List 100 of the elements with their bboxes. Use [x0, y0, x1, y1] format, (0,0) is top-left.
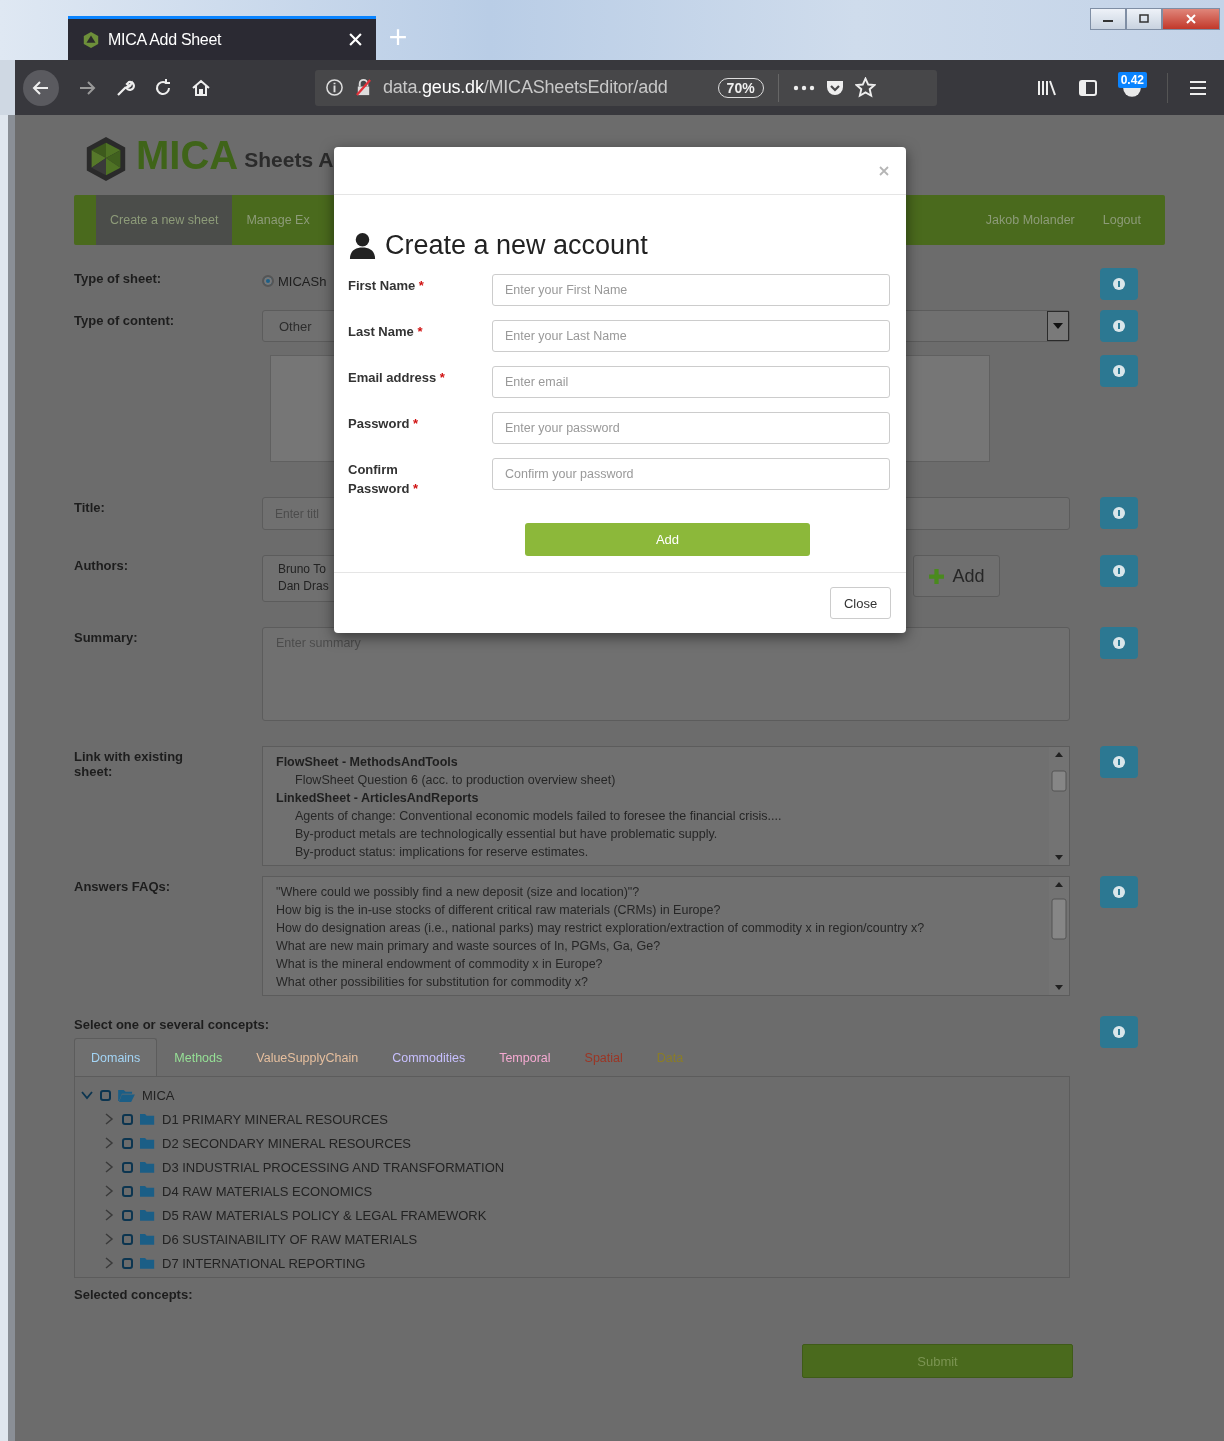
folder-icon	[140, 1137, 155, 1149]
tree-item[interactable]: D6 SUSTAINABILITY OF RAW MATERIALS	[162, 1231, 418, 1247]
list-option[interactable]: FlowSheet Question 6 (acc. to production overview sheet)	[276, 771, 1036, 789]
info-button[interactable]	[1100, 355, 1138, 387]
close-button[interactable]	[1162, 8, 1220, 30]
group-heading: FlowSheet - MethodsAndTools	[276, 754, 459, 771]
list-option[interactable]: What other possibilities for substitution for commodity x?	[276, 973, 1036, 991]
checkbox[interactable]	[122, 1257, 133, 1269]
info-button[interactable]	[1100, 746, 1138, 778]
text-input[interactable]: Enter email	[492, 366, 890, 398]
reload-icon[interactable]	[153, 77, 173, 98]
dialog-title: Create a new account	[385, 230, 648, 260]
checkbox[interactable]	[122, 1161, 133, 1173]
chevron-icon[interactable]	[103, 1185, 115, 1197]
nav-link[interactable]: Manage Ex	[232, 195, 324, 245]
faq-list[interactable]	[262, 876, 1070, 996]
folder-icon	[118, 1088, 135, 1102]
info-button[interactable]	[1100, 555, 1138, 587]
info-icon	[1113, 278, 1125, 290]
concept-tab[interactable]: Domains	[74, 1038, 158, 1076]
home-icon[interactable]	[191, 77, 211, 98]
field-label: Title:	[74, 499, 106, 515]
tree-item[interactable]: D5 RAW MATERIALS POLICY & LEGAL FRAMEWORK	[162, 1207, 487, 1223]
chevron-icon[interactable]	[103, 1257, 115, 1269]
checkbox[interactable]	[100, 1089, 111, 1101]
badge-count: 0.42	[1117, 71, 1147, 88]
caret-icon[interactable]	[1047, 311, 1069, 341]
list-option[interactable]: By-product metals are technologically essential but have problematic supply.	[276, 825, 1036, 843]
info-button[interactable]	[1100, 497, 1138, 529]
tree-item[interactable]: D3 INDUSTRIAL PROCESSING AND TRANSFORMATION	[162, 1159, 505, 1175]
add-button[interactable]: Add	[525, 523, 810, 556]
info-button[interactable]	[1100, 268, 1138, 300]
checkbox[interactable]	[122, 1113, 133, 1125]
checkbox[interactable]	[122, 1137, 133, 1149]
list-option[interactable]: Agents of change: Conventional economic models failed to foresee the financial crisis....	[276, 807, 1036, 825]
field-label: Password *	[348, 415, 419, 433]
chevron-icon[interactable]	[103, 1137, 115, 1149]
insecure-lock-icon[interactable]	[354, 78, 373, 97]
list-option[interactable]: How big is the in-use stocks of different critical raw materials (CRMs) in Europe?	[276, 901, 1036, 919]
close-icon	[1185, 14, 1197, 24]
more-icon[interactable]	[792, 83, 815, 92]
chevron-icon[interactable]	[81, 1089, 93, 1101]
chevron-icon[interactable]	[103, 1233, 115, 1245]
text-input[interactable]: Enter your Last Name	[492, 320, 890, 352]
user-icon	[348, 231, 377, 260]
maximize-icon	[1138, 14, 1150, 24]
info-button[interactable]	[1100, 876, 1138, 908]
chevron-icon[interactable]	[103, 1113, 115, 1125]
tree-item[interactable]: D7 INTERNATIONAL REPORTING	[162, 1255, 366, 1271]
info-icon	[1113, 365, 1125, 377]
folder-icon	[140, 1161, 155, 1173]
concept-tab[interactable]: Methods	[157, 1038, 240, 1076]
concept-tab[interactable]: Commodities	[375, 1038, 483, 1076]
chevron-icon[interactable]	[103, 1161, 115, 1173]
field-label: First Name *	[348, 277, 424, 295]
tree-item[interactable]: D1 PRIMARY MINERAL RESOURCES	[162, 1111, 388, 1127]
text-input[interactable]: Enter your First Name	[492, 274, 890, 306]
nav-link[interactable]: Create a new sheet	[96, 195, 233, 245]
site-logo-text: MICA	[136, 135, 239, 175]
list-option[interactable]: What are new main primary and waste sources of In, PGMs, Ga, Ge?	[276, 937, 1036, 955]
info-button[interactable]	[1100, 310, 1138, 342]
concept-tab[interactable]: Temporal	[482, 1038, 568, 1076]
sheet-list[interactable]	[262, 746, 1070, 866]
info-button[interactable]	[1100, 1016, 1138, 1048]
maximize-button[interactable]	[1126, 8, 1162, 30]
list-option[interactable]: How do designation areas (i.e., national parks) may restrict exploration/extraction of commodity x in region/country x?	[276, 919, 1036, 937]
radio-button[interactable]	[262, 275, 274, 287]
address-bar[interactable]: data.geus.dk/MICASheetsEditor/add 70%	[315, 69, 937, 106]
radio-label[interactable]: MICASh	[278, 273, 327, 289]
close-button[interactable]: Close	[830, 587, 891, 619]
list-option[interactable]: By-product status: implications for reserve estimates.	[276, 843, 1036, 861]
info-icon[interactable]	[325, 78, 344, 97]
info-button[interactable]	[1100, 627, 1138, 659]
info-icon	[1113, 1026, 1125, 1038]
tree-item[interactable]: MICA	[142, 1087, 175, 1103]
minimize-button[interactable]	[1090, 8, 1126, 30]
user-link[interactable]: Jakob Molander	[971, 195, 1089, 245]
star-icon[interactable]	[854, 77, 876, 98]
logout-link[interactable]: Logout	[1088, 195, 1155, 245]
text-input[interactable]: Confirm your password	[492, 458, 890, 490]
field-label: Link with existing sheet:	[74, 748, 185, 779]
text-input[interactable]: Enter your password	[492, 412, 890, 444]
extension-icon[interactable]	[1121, 87, 1144, 98]
concept-tab[interactable]: ValueSupplyChain	[239, 1038, 376, 1076]
field-label: Type of sheet:	[74, 270, 163, 286]
browser-tab[interactable]: MICA Add Sheet	[68, 16, 376, 60]
tree-item[interactable]: D2 SECONDARY MINERAL RESOURCES	[162, 1135, 411, 1151]
checkbox[interactable]	[122, 1209, 133, 1221]
field-label: Last Name *	[348, 323, 423, 341]
list-option[interactable]: What is the mineral endowment of commodity x in Europe?	[276, 955, 1036, 973]
back-button[interactable]	[23, 69, 59, 106]
list-option[interactable]: "Where could we possibly find a new deposit (size and location)"?	[276, 883, 1036, 901]
checkbox[interactable]	[122, 1185, 133, 1197]
sidebar-icon[interactable]	[1077, 77, 1098, 98]
tree-item[interactable]: D4 RAW MATERIALS ECONOMICS	[162, 1183, 373, 1199]
folder-icon	[140, 1113, 155, 1125]
chevron-icon[interactable]	[103, 1209, 115, 1221]
url-text[interactable]: data.geus.dk/MICASheetsEditor/add	[383, 77, 668, 98]
checkbox[interactable]	[122, 1233, 133, 1245]
add-button[interactable]: Add	[913, 555, 1000, 597]
